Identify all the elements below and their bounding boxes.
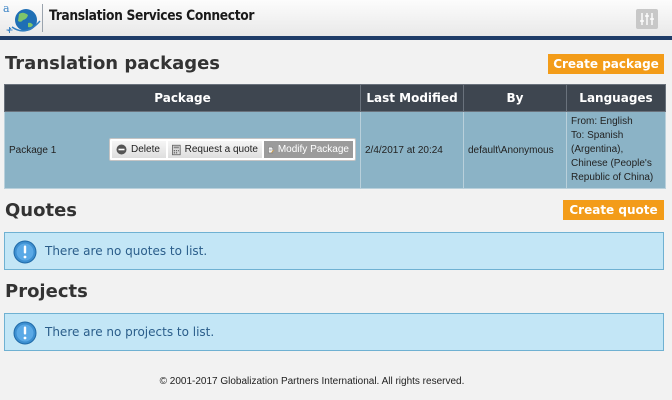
projects-section-title: Projects (5, 281, 88, 302)
sliders-icon (640, 13, 654, 25)
minus-circle-icon (116, 144, 127, 155)
package-name: Package 1 (9, 145, 57, 156)
calculator-icon (172, 144, 181, 155)
modify-package-label: Modify Package (277, 144, 349, 155)
package-actions: Delete Request a quote Modify Package (109, 138, 356, 161)
column-header-last-modified: Last Modified (360, 84, 464, 112)
projects-empty-alert: There are no projects to list. (4, 313, 664, 351)
column-header-by: By (463, 84, 567, 112)
table-header-row: Package Last Modified By Languages (4, 84, 666, 112)
header-divider (42, 4, 43, 32)
info-icon (13, 321, 37, 345)
delete-button[interactable]: Delete (112, 141, 166, 158)
request-quote-button[interactable]: Request a quote (168, 141, 262, 158)
create-package-button[interactable]: Create package (548, 54, 664, 74)
languages-cell: From: English To: Spanish (Argentina), C… (566, 111, 666, 189)
by-cell: default\Anonymous (463, 111, 567, 189)
package-cell: Package 1 Delete Request a quote Modify … (4, 111, 361, 189)
delete-label: Delete (131, 144, 160, 155)
request-quote-label: Request a quote (184, 144, 258, 155)
globe-logo-icon: a (3, 2, 41, 33)
settings-button[interactable] (636, 9, 658, 29)
packages-table: Package Last Modified By Languages Packa… (4, 84, 666, 189)
column-header-languages: Languages (566, 84, 666, 112)
quotes-section-title: Quotes (5, 200, 78, 221)
packages-section-title: Translation packages (5, 53, 221, 74)
last-modified-cell: 2/4/2017 at 20:24 (360, 111, 464, 189)
quotes-empty-message: There are no quotes to list. (45, 244, 208, 258)
languages-to: To: Spanish (Argentina), Chinese (People… (571, 130, 654, 183)
table-row: Package 1 Delete Request a quote Modify … (4, 111, 666, 189)
languages-from: From: English (571, 116, 633, 127)
app-header: a Translation Services Connector (0, 0, 672, 40)
projects-empty-message: There are no projects to list. (45, 325, 215, 339)
info-icon (13, 240, 37, 264)
quotes-empty-alert: There are no quotes to list. (4, 232, 664, 270)
app-title: Translation Services Connector (49, 8, 255, 24)
create-quote-button[interactable]: Create quote (563, 200, 664, 220)
modify-package-button[interactable]: Modify Package (264, 141, 353, 158)
footer-copyright: © 2001-2017 Globalization Partners Inter… (159, 376, 465, 387)
logo-letter: a (3, 2, 10, 15)
edit-document-icon (268, 146, 274, 153)
column-header-package: Package (4, 84, 361, 112)
